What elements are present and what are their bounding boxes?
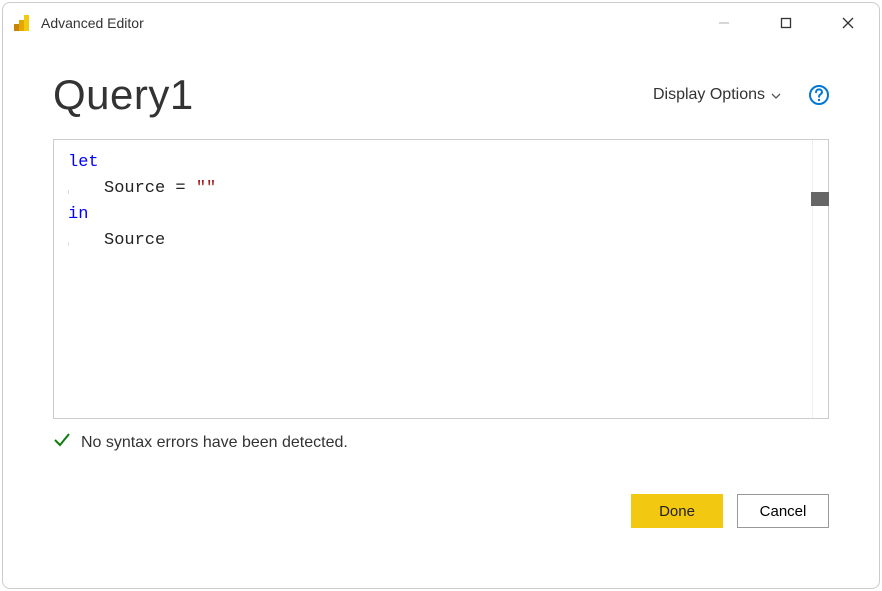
window-controls: [693, 3, 879, 43]
scrollbar-thumb[interactable]: [811, 192, 829, 206]
code-ident-source: Source: [104, 231, 165, 250]
cancel-button[interactable]: Cancel: [737, 494, 829, 528]
display-options-dropdown[interactable]: Display Options: [653, 86, 781, 104]
titlebar: Advanced Editor: [3, 3, 879, 43]
code-editor[interactable]: let Source = "" in Source: [53, 139, 829, 419]
power-bi-icon: [13, 14, 31, 32]
maximize-button[interactable]: [755, 3, 817, 43]
minimize-button[interactable]: [693, 3, 755, 43]
code-text-area[interactable]: let Source = "" in Source: [54, 140, 812, 418]
close-button[interactable]: [817, 3, 879, 43]
done-button[interactable]: Done: [631, 494, 723, 528]
content-area: Query1 Display Options let: [3, 43, 879, 588]
button-row: Done Cancel: [53, 494, 829, 528]
code-string-empty: "": [196, 179, 216, 198]
scrollbar-vertical[interactable]: [812, 140, 828, 418]
keyword-let: let: [68, 153, 99, 172]
code-ident-source-assign: Source =: [104, 179, 196, 198]
status-message: No syntax errors have been detected.: [81, 434, 348, 452]
keyword-in: in: [68, 205, 88, 224]
window-frame: Advanced Editor Query1 Display Options: [2, 2, 880, 589]
chevron-down-icon: [771, 86, 781, 104]
header-right: Display Options: [653, 85, 829, 105]
check-icon: [53, 431, 71, 454]
help-icon[interactable]: [809, 85, 829, 105]
display-options-label: Display Options: [653, 86, 765, 104]
query-name-heading: Query1: [53, 71, 194, 119]
status-row: No syntax errors have been detected.: [53, 431, 829, 454]
window-title: Advanced Editor: [41, 15, 693, 31]
header-row: Query1 Display Options: [53, 71, 829, 119]
